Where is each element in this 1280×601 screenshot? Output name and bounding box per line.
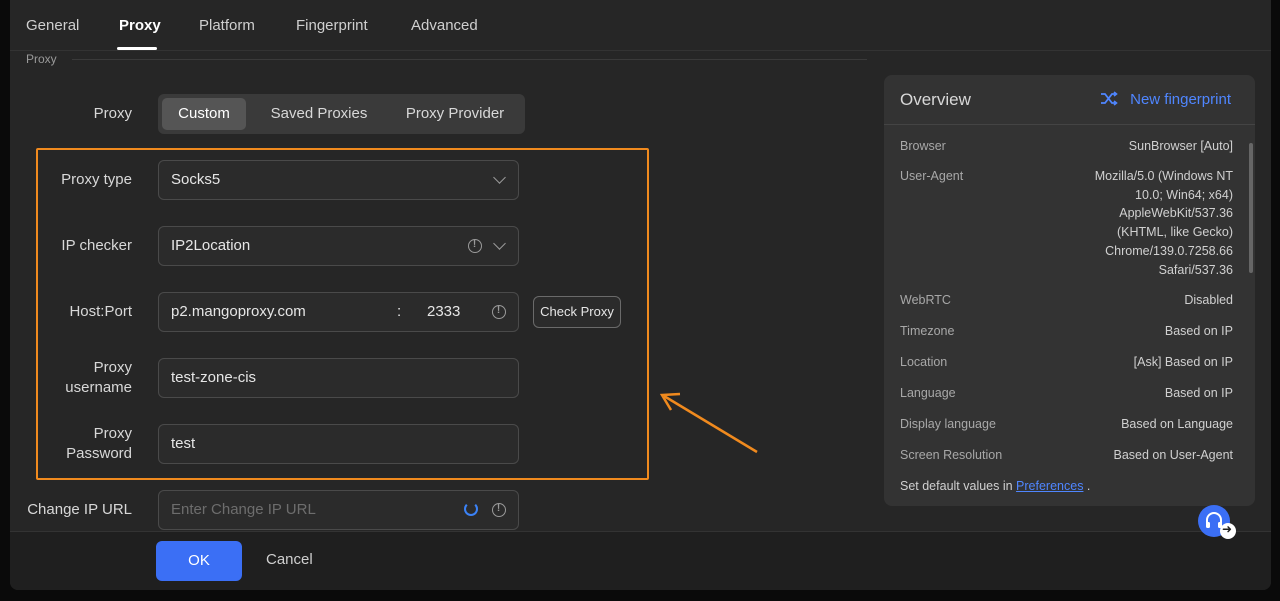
proxy-type-select[interactable]: Socks5 <box>158 160 519 200</box>
settings-window: General Proxy Platform Fingerprint Advan… <box>10 0 1271 590</box>
change-ip-url-label: Change IP URL <box>27 501 132 518</box>
overview-panel: Overview New fingerprint Browser SunBrow… <box>884 75 1255 506</box>
ip-checker-label: IP checker <box>61 237 132 254</box>
overview-location-key: Location <box>900 355 948 369</box>
overview-user-agent-key: User-Agent <box>900 169 964 183</box>
overview-scrollbar[interactable] <box>1249 143 1253 273</box>
overview-footer-suffix: . <box>1083 479 1091 493</box>
ip-checker-value: IP2Location <box>171 237 251 254</box>
tab-proxy[interactable]: Proxy <box>119 17 161 34</box>
proxy-password-input[interactable]: test <box>158 424 519 464</box>
overview-browser-value: SunBrowser [Auto] <box>1128 139 1233 153</box>
ip-checker-select[interactable]: IP2Location <box>158 226 519 266</box>
proxy-type-value: Socks5 <box>171 171 221 188</box>
tab-fingerprint[interactable]: Fingerprint <box>296 17 368 34</box>
overview-user-agent-value: Mozilla/5.0 (Windows NT 10.0; Win64; x64… <box>1033 167 1233 279</box>
segment-saved-proxies[interactable]: Saved Proxies <box>254 98 384 130</box>
overview-timezone-key: Timezone <box>900 324 955 338</box>
overview-webrtc-key: WebRTC <box>900 293 951 307</box>
overview-screen-resolution-value: Based on User-Agent <box>1113 448 1233 462</box>
info-icon[interactable] <box>492 305 506 319</box>
user-agent-line: Safari/537.36 <box>1158 262 1233 277</box>
overview-language-value: Based on IP <box>1164 386 1233 400</box>
annotation-arrow-icon <box>659 392 758 454</box>
arrow-right-icon[interactable] <box>1220 522 1236 539</box>
tab-general[interactable]: General <box>26 17 79 34</box>
user-agent-line: Mozilla/5.0 (Windows NT <box>1094 169 1233 183</box>
segment-proxy-provider[interactable]: Proxy Provider <box>390 98 520 130</box>
section-title: Proxy <box>26 52 57 66</box>
shuffle-icon[interactable] <box>1100 91 1118 107</box>
tab-platform[interactable]: Platform <box>199 17 255 34</box>
user-agent-line: Chrome/139.0.7258.66 <box>1105 243 1233 258</box>
segment-custom[interactable]: Custom <box>162 98 246 130</box>
overview-location-value: [Ask] Based on IP <box>1133 355 1233 369</box>
chevron-down-icon <box>493 237 506 250</box>
overview-display-language-key: Display language <box>900 417 996 431</box>
dialog-footer: OK Cancel <box>10 531 1271 590</box>
ok-button[interactable]: OK <box>156 541 242 581</box>
host-port-input[interactable]: p2.mangoproxy.com : 2333 <box>158 292 519 332</box>
proxy-password-label-line2: Password <box>66 445 132 462</box>
user-agent-line: AppleWebKit/537.36 <box>1119 206 1233 221</box>
change-ip-url-input[interactable]: Enter Change IP URL <box>158 490 519 530</box>
change-ip-url-placeholder: Enter Change IP URL <box>171 501 316 518</box>
proxy-mode-segmented-control: Custom Saved Proxies Proxy Provider <box>158 94 525 134</box>
host-port-separator: : <box>397 303 402 320</box>
tab-bar: General Proxy Platform Fingerprint Advan… <box>10 0 1271 51</box>
tab-advanced[interactable]: Advanced <box>411 17 478 34</box>
proxy-username-label-line2: username <box>65 379 132 396</box>
overview-language-key: Language <box>900 386 956 400</box>
overview-divider <box>884 124 1255 125</box>
info-icon[interactable] <box>492 503 506 517</box>
proxy-type-label: Proxy type <box>61 171 132 188</box>
new-fingerprint-button[interactable]: New fingerprint <box>1130 91 1231 108</box>
cancel-button[interactable]: Cancel <box>266 551 313 568</box>
proxy-username-input[interactable]: test-zone-cis <box>158 358 519 398</box>
user-agent-line: (KHTML, like Gecko) <box>1117 225 1233 240</box>
info-icon[interactable] <box>468 239 482 253</box>
port-value[interactable]: 2333 <box>427 303 460 320</box>
proxy-password-value: test <box>171 435 196 452</box>
chevron-down-icon <box>493 171 506 184</box>
overview-footer-prefix: Set default values in <box>900 479 1017 493</box>
section-divider <box>72 59 867 60</box>
host-value[interactable]: p2.mangoproxy.com <box>171 303 306 320</box>
refresh-icon[interactable] <box>464 502 478 516</box>
active-tab-indicator <box>117 47 157 50</box>
overview-timezone-value: Based on IP <box>1164 324 1233 338</box>
overview-title: Overview <box>900 90 971 109</box>
overview-display-language-value: Based on Language <box>1121 417 1233 431</box>
proxy-mode-label: Proxy <box>93 105 132 122</box>
user-agent-line: 10.0; Win64; x64) <box>1135 187 1233 202</box>
proxy-username-value: test-zone-cis <box>171 369 257 386</box>
overview-webrtc-value: Disabled <box>1184 293 1233 307</box>
check-proxy-button[interactable]: Check Proxy <box>533 296 621 328</box>
proxy-password-label-line1: Proxy <box>93 425 132 442</box>
proxy-username-label-line1: Proxy <box>93 359 132 376</box>
overview-footer: Set default values in Preferences . <box>900 479 1090 493</box>
overview-screen-resolution-key: Screen Resolution <box>900 448 1003 462</box>
host-port-label: Host:Port <box>69 303 132 320</box>
preferences-link[interactable]: Preferences <box>1016 479 1083 493</box>
overview-browser-key: Browser <box>900 139 946 153</box>
